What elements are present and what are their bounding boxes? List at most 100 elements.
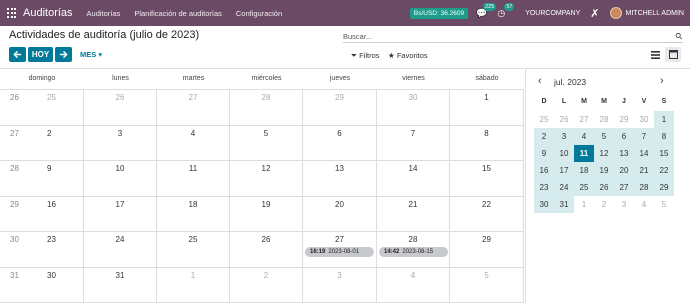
day-cell[interactable]: 29 16 [0,197,84,232]
day-cell[interactable]: 30 [377,90,450,126]
day-cell[interactable]: 4 [377,268,450,303]
day-cell[interactable]: 30 23 [0,232,84,268]
day-cell[interactable]: 1 [450,90,524,126]
day-cell[interactable]: 26 [230,232,303,268]
mini-day[interactable]: 29 [654,179,674,196]
day-cell[interactable]: 3 [303,268,377,303]
mini-day[interactable]: 27 [574,111,594,128]
day-cell[interactable]: 28 [230,90,303,126]
mini-day[interactable]: 12 [594,145,614,162]
mini-day[interactable]: 4 [574,128,594,145]
mini-day[interactable]: 28 [594,111,614,128]
day-cell[interactable]: 8 [450,126,524,161]
mini-day[interactable]: 9 [534,145,554,162]
nav-link-configuracion[interactable]: Configuración [236,9,282,18]
day-cell[interactable]: 27 [157,90,230,126]
mini-day[interactable]: 8 [654,128,674,145]
day-cell[interactable]: 21 [377,197,450,232]
mini-day[interactable]: 20 [614,162,634,179]
mini-day[interactable]: 2 [594,196,614,213]
mini-day[interactable]: 30 [634,111,654,128]
mini-day[interactable]: 4 [634,196,654,213]
day-cell[interactable]: 31 [84,268,157,303]
day-cell[interactable]: 3 [84,126,157,161]
mini-day[interactable]: 10 [554,145,574,162]
calendar-event[interactable]: 14:42 2023-08-15 [379,247,448,257]
mini-day[interactable]: 25 [534,111,554,128]
mini-prev-icon[interactable]: ‹ [538,75,542,87]
day-cell[interactable]: 31 30 [0,268,84,303]
day-cell[interactable]: 17 [84,197,157,232]
mini-day[interactable]: 27 [614,179,634,196]
mini-day[interactable]: 1 [574,196,594,213]
activities-icon[interactable]: ◷ 57 [497,2,515,19]
search-input[interactable] [343,31,677,41]
day-cell[interactable]: 20 [303,197,377,232]
today-button[interactable]: HOY [28,47,53,62]
user-menu[interactable]: MITCHELL ADMIN [626,10,684,17]
previous-button[interactable] [9,47,26,62]
debug-tools-icon[interactable]: ✗ [590,7,599,20]
mini-day[interactable]: 26 [594,179,614,196]
calendar-event[interactable]: 16:19 2023-08-01 [305,247,374,257]
app-name[interactable]: Auditorías [23,7,73,19]
mini-next-icon[interactable]: › [660,75,664,87]
day-cell[interactable]: 27 2 [0,126,84,161]
day-cell[interactable]: 14 [377,161,450,197]
day-cell[interactable]: 19 [230,197,303,232]
favorites-button[interactable]: ★ Favoritos [388,51,428,60]
day-cell[interactable]: 6 [303,126,377,161]
day-cell[interactable]: 13 [303,161,377,197]
day-cell[interactable]: 12 [230,161,303,197]
mini-day[interactable]: 1 [654,111,674,128]
day-cell[interactable]: 26 25 [0,90,84,126]
nav-link-auditorias[interactable]: Auditorías [87,9,121,18]
day-cell[interactable]: 5 [230,126,303,161]
mini-day[interactable]: 18 [574,162,594,179]
mini-day[interactable]: 19 [594,162,614,179]
calendar-view-button[interactable] [665,47,681,62]
mini-day[interactable]: 24 [554,179,574,196]
day-cell[interactable]: 25 [157,232,230,268]
day-cell[interactable]: 27 16:19 2023-08-01 [303,232,377,268]
day-cell[interactable]: 18 [157,197,230,232]
mini-day[interactable]: 23 [534,179,554,196]
mini-day[interactable]: 30 [534,196,554,213]
day-cell[interactable]: 10 [84,161,157,197]
mini-day[interactable]: 14 [634,145,654,162]
day-cell[interactable]: 24 [84,232,157,268]
mini-day[interactable]: 5 [594,128,614,145]
company-switcher[interactable]: YOURCOMPANY [525,10,580,17]
day-cell[interactable]: 7 [377,126,450,161]
day-cell[interactable]: 26 [84,90,157,126]
mini-day[interactable]: 28 [634,179,654,196]
mini-day[interactable]: 15 [654,145,674,162]
day-cell[interactable]: 29 [303,90,377,126]
mini-day[interactable]: 3 [554,128,574,145]
mini-day[interactable]: 29 [614,111,634,128]
filters-button[interactable]: ⏷ Filtros [351,51,380,61]
mini-day[interactable]: 22 [654,162,674,179]
mini-day[interactable]: 5 [654,196,674,213]
mini-day[interactable]: 6 [614,128,634,145]
mini-day[interactable]: 7 [634,128,654,145]
mini-day[interactable]: 3 [614,196,634,213]
day-cell[interactable]: 4 [157,126,230,161]
day-cell[interactable]: 15 [450,161,524,197]
mini-day[interactable]: 16 [534,162,554,179]
mini-day[interactable]: 2 [534,128,554,145]
mini-day[interactable]: 25 [574,179,594,196]
apps-menu-icon[interactable] [7,8,17,18]
day-cell[interactable]: 29 [450,232,524,268]
day-cell[interactable]: 22 [450,197,524,232]
mini-day[interactable]: 21 [634,162,654,179]
mini-day[interactable]: 26 [554,111,574,128]
mini-day-today[interactable]: 11 [574,145,594,162]
avatar[interactable] [609,7,622,19]
day-cell[interactable]: 11 [157,161,230,197]
nav-link-planificacion[interactable]: Planificación de auditorías [134,9,222,18]
mini-day[interactable]: 13 [614,145,634,162]
day-cell[interactable]: 28 9 [0,161,84,197]
day-cell[interactable]: 28 14:42 2023-08-15 [377,232,450,268]
scale-dropdown[interactable]: MES ▾ [80,50,102,59]
